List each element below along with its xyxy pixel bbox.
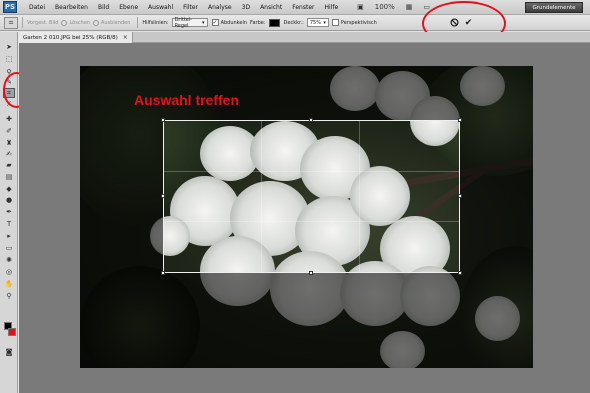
guides-select[interactable]: Drittel-Regel ▾ — [171, 16, 208, 29]
eraser-tool-icon[interactable]: ▰ — [3, 160, 15, 170]
menu-item-ebene[interactable]: Ebene — [114, 4, 143, 11]
menu-item-bild[interactable]: Bild — [93, 4, 114, 11]
crop-handle-top-right[interactable] — [458, 118, 462, 122]
marquee-tool-icon[interactable]: ⬚ — [3, 54, 15, 64]
document-tab-title: Garten 2 010.JPG bei 25% (RGB/8) — [23, 34, 118, 41]
delete-radio[interactable] — [61, 19, 68, 26]
opacity-field[interactable]: 75% ▾ — [306, 18, 329, 27]
path-selection-tool-icon[interactable]: ▸ — [3, 231, 15, 241]
checkmark-icon: ✓ — [212, 19, 218, 26]
options-separator — [22, 17, 23, 28]
launch-bridge-button[interactable]: ▣ — [353, 2, 368, 12]
document-tab-bar: Garten 2 010.JPG bei 25% (RGB/8) × — [19, 32, 590, 43]
crop-handle-top[interactable] — [309, 118, 313, 122]
guides-label: Hilfslinien: — [142, 19, 169, 26]
crop-tool-preset-icon[interactable]: ⌗ — [4, 16, 18, 29]
menu-item-hilfe[interactable]: Hilfe — [319, 4, 343, 11]
gradient-tool-icon[interactable]: ▤ — [3, 172, 15, 182]
crop-selection-box[interactable] — [161, 118, 462, 275]
perspective-label: Perspektivisch — [340, 19, 377, 26]
chevron-down-icon: ▾ — [202, 19, 205, 26]
type-tool-icon[interactable]: T — [3, 219, 15, 229]
menu-item-ansicht[interactable]: Ansicht — [255, 4, 287, 11]
color-label: Farbe: — [250, 19, 266, 26]
opacity-value: 75% — [309, 19, 321, 26]
close-icon[interactable]: × — [123, 34, 128, 41]
menu-item-bearbeiten[interactable]: Bearbeiten — [50, 4, 93, 11]
hide-radio[interactable] — [92, 19, 99, 26]
arrange-documents-button[interactable]: ▦ — [402, 2, 417, 12]
workspace-button[interactable]: Grundelemente — [525, 2, 583, 13]
crop-handle-bottom-right[interactable] — [458, 271, 462, 275]
crop-grid-line — [261, 121, 263, 272]
front-image-button[interactable]: Vorgest. Bild — [27, 20, 58, 26]
clone-stamp-tool-icon[interactable]: ♜ — [3, 138, 15, 148]
document-tab[interactable]: Garten 2 010.JPG bei 25% (RGB/8) × — [19, 32, 133, 43]
hide-label: Ausblenden — [100, 19, 131, 26]
crop-grid-line — [164, 170, 459, 172]
chevron-down-icon: ▾ — [323, 19, 326, 26]
crop-handle-right[interactable] — [458, 194, 462, 198]
crop-handle-bottom[interactable] — [309, 271, 313, 275]
crop-grid-line — [358, 121, 360, 272]
healing-brush-tool-icon[interactable]: ✚ — [3, 114, 15, 124]
annotation-text: Auswahl treffen — [134, 92, 240, 108]
quick-mask-icon[interactable]: ◙ — [3, 347, 15, 357]
menu-item-datei[interactable]: Datei — [24, 4, 50, 11]
shield-label: Abdunkeln — [220, 19, 248, 26]
dodge-tool-icon[interactable]: ● — [3, 195, 15, 205]
options-separator — [137, 17, 139, 28]
menu-item-filter[interactable]: Filter — [178, 4, 203, 11]
photoshop-logo: PS — [3, 1, 17, 13]
menu-item-fenster[interactable]: Fenster — [287, 4, 319, 11]
shape-tool-icon[interactable]: ▭ — [3, 243, 15, 253]
pen-tool-icon[interactable]: ✒ — [3, 207, 15, 217]
guides-select-value: Drittel-Regel — [174, 16, 193, 29]
shield-color-swatch[interactable] — [268, 18, 280, 27]
background-color-swatch[interactable] — [8, 328, 16, 336]
blur-tool-icon[interactable]: ◆ — [3, 184, 15, 194]
crop-handle-top-left[interactable] — [161, 118, 165, 122]
move-tool-icon[interactable]: ➤ — [3, 42, 15, 52]
3d-orbit-tool-icon[interactable]: ◎ — [3, 267, 15, 277]
menu-item-auswahl[interactable]: Auswahl — [143, 4, 178, 11]
opacity-label: Deckkr.: — [283, 19, 304, 26]
hand-tool-icon[interactable]: ✋ — [3, 279, 15, 289]
brush-tool-icon[interactable]: ✐ — [3, 126, 15, 136]
history-brush-tool-icon[interactable]: ✍ — [3, 149, 15, 159]
zoom-level-button[interactable]: 100% — [371, 2, 399, 12]
zoom-tool-icon[interactable]: ⚲ — [3, 291, 15, 301]
shield-checkbox[interactable]: ✓ — [211, 19, 219, 26]
crop-handle-bottom-left[interactable] — [161, 271, 165, 275]
crop-grid-line — [164, 220, 459, 222]
menu-item-3d[interactable]: 3D — [237, 4, 255, 11]
3d-rotate-tool-icon[interactable]: ✺ — [3, 255, 15, 265]
crop-handle-left[interactable] — [161, 194, 165, 198]
menu-item-analyse[interactable]: Analyse — [203, 4, 237, 11]
delete-label: Löschen — [69, 19, 90, 26]
menu-controls: ▣ 100% ▦ ▭ — [353, 2, 434, 12]
perspective-checkbox[interactable] — [331, 19, 339, 26]
